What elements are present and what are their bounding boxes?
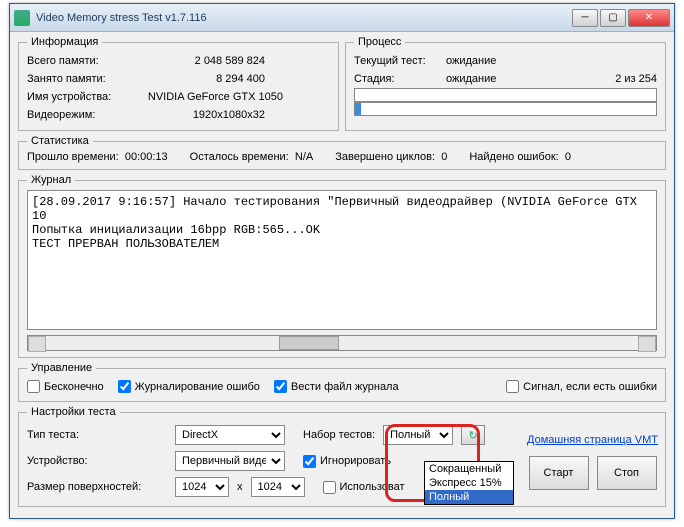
mode-value: 1920x1080x32 [145,106,265,124]
testset-option-express[interactable]: Экспресс 15% [425,476,513,490]
homepage-link[interactable]: Домашняя страница VMT [527,434,658,446]
control-legend: Управление [27,362,96,374]
cycles-value: 0 [441,151,447,163]
right-column: Домашняя страница VMT Старт Стоп [515,434,670,490]
device-value: NVIDIA GeForce GTX 1050 [145,88,283,106]
use-checkbox[interactable]: Использоват [323,481,405,494]
stage-value: ожидание [446,70,615,88]
titlebar[interactable]: Video Memory stress Test v1.7.116 ─ ▢ ✕ [10,4,674,32]
window-title: Video Memory stress Test v1.7.116 [36,12,572,24]
device-label: Имя устройства: [27,88,145,106]
log-scrollbar-horizontal[interactable] [27,335,657,351]
minimize-button[interactable]: ─ [572,9,598,27]
mem-total-value: 2 048 589 824 [145,52,265,70]
current-test-value: ожидание [446,52,657,70]
stop-button[interactable]: Стоп [597,456,657,490]
mem-used-label: Занято памяти: [27,70,145,88]
process-group: Процесс Текущий тест:ожидание Стадия:ожи… [345,36,666,131]
window-buttons: ─ ▢ ✕ [572,9,670,27]
beep-checkbox[interactable]: Сигнал, если есть ошибки [506,380,657,393]
remain-label: Осталось времени: [190,151,289,163]
testset-dropdown[interactable]: Сокращенный Экспресс 15% Полный [424,461,514,505]
testset-option-short[interactable]: Сокращенный [425,462,513,476]
close-button[interactable]: ✕ [628,9,670,27]
testset-select[interactable]: Полный [383,425,453,445]
log-legend: Журнал [27,174,75,186]
type-select[interactable]: DirectX [175,425,285,445]
current-test-label: Текущий тест: [354,52,446,70]
log-textarea[interactable] [27,190,657,330]
testset-option-full[interactable]: Полный [425,490,513,504]
mem-used-value: 8 294 400 [145,70,265,88]
stage-label: Стадия: [354,70,446,88]
device-select-label: Устройство: [27,455,167,467]
ignore-checkbox[interactable]: Игнорировать [303,455,391,468]
test-count: 2 из 254 [615,70,657,88]
progress-overall [354,88,657,102]
start-button[interactable]: Старт [529,456,589,490]
infinite-checkbox[interactable]: Бесконечно [27,380,104,393]
maximize-button[interactable]: ▢ [600,9,626,27]
cycles-label: Завершено циклов: [335,151,435,163]
errors-label: Найдено ошибок: [469,151,558,163]
remain-value: N/A [295,151,313,163]
stats-legend: Статистика [27,135,93,147]
log-group: Журнал [18,174,666,358]
mem-total-label: Всего памяти: [27,52,145,70]
settings-legend: Настройки теста [27,406,120,418]
stats-group: Статистика Прошло времени: 00:00:13 Оста… [18,135,666,170]
info-group: Информация Всего памяти:2 048 589 824 За… [18,36,339,131]
info-legend: Информация [27,36,102,48]
device-select[interactable]: Первичный видеод [175,451,285,471]
log-file-checkbox[interactable]: Вести файл журнала [274,380,399,393]
control-group: Управление Бесконечно Журналирование оши… [18,362,666,402]
log-errors-checkbox[interactable]: Журналирование ошибо [118,380,260,393]
errors-value: 0 [565,151,571,163]
refresh-button[interactable]: ↻ [461,425,485,445]
surf-label: Размер поверхностей: [27,481,167,493]
surf-w-select[interactable]: 1024 [175,477,229,497]
type-label: Тип теста: [27,429,167,441]
surf-h-select[interactable]: 1024 [251,477,305,497]
elapsed-value: 00:00:13 [125,151,168,163]
progress-current [354,102,657,116]
elapsed-label: Прошло времени: [27,151,119,163]
testset-label: Набор тестов: [303,429,375,441]
process-legend: Процесс [354,36,405,48]
app-icon [14,10,30,26]
mode-label: Видеорежим: [27,106,145,124]
